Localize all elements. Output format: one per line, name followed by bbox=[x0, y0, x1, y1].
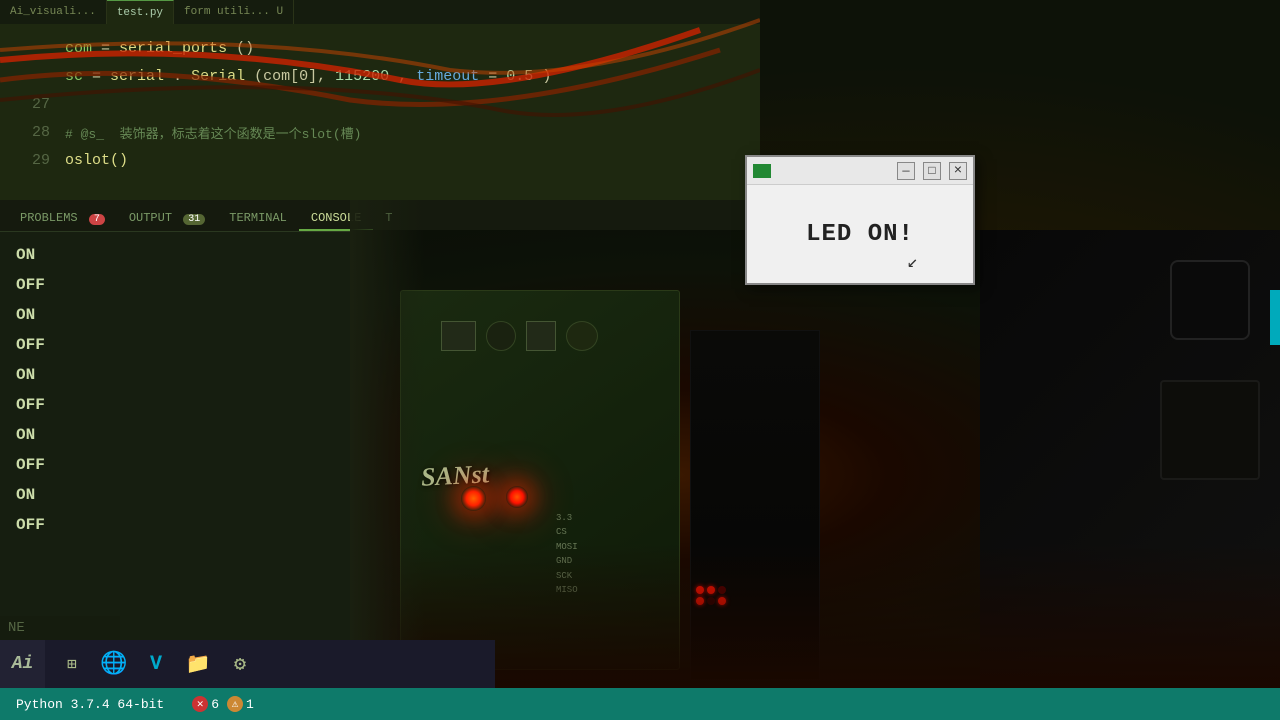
led-status-text: LED ON! bbox=[806, 221, 914, 248]
dialog-close-button[interactable]: × bbox=[949, 162, 967, 180]
component-3 bbox=[526, 321, 556, 351]
warning-icon: ⚠ bbox=[227, 696, 243, 712]
tab-form-utili[interactable]: form utili... U bbox=[174, 0, 294, 24]
component-2 bbox=[486, 321, 516, 351]
mouse-cursor: ↙ bbox=[907, 251, 918, 273]
right-components bbox=[980, 230, 1280, 720]
tab-console[interactable]: CONSOLE bbox=[299, 207, 373, 231]
code-editor: Ai_visuali... test.py form utili... U co… bbox=[0, 0, 760, 210]
led-strip-dot bbox=[696, 597, 704, 605]
dialog-content: LED ON! bbox=[747, 185, 973, 283]
dialog-minimize-button[interactable]: — bbox=[897, 162, 915, 180]
taskbar-icon-files[interactable]: 📁 bbox=[179, 645, 217, 683]
taskbar-icon-terminal[interactable]: ⚙ bbox=[221, 645, 259, 683]
dialog-titlebar: — □ × bbox=[747, 157, 973, 185]
taskbar-icon-vs[interactable]: V bbox=[137, 645, 175, 683]
led-strip-dot bbox=[718, 597, 726, 605]
dialog-maximize-button[interactable]: □ bbox=[923, 162, 941, 180]
circuit-board: SANst 3.3 CS MOSI GND SCK MISO bbox=[400, 290, 680, 670]
error-count: ✕ 6 bbox=[192, 696, 219, 712]
led-dialog: — □ × LED ON! ↙ bbox=[745, 155, 975, 285]
led-1 bbox=[461, 486, 486, 511]
connector-strip bbox=[690, 330, 820, 680]
led-strip-dot bbox=[707, 597, 715, 605]
led-2 bbox=[506, 486, 528, 508]
ai-logo: Ai bbox=[0, 640, 45, 688]
tab-problems[interactable]: PROBLEMS 7 bbox=[8, 207, 117, 231]
python-version: Python 3.7.4 64-bit bbox=[0, 697, 180, 712]
dialog-btn-group: — □ × bbox=[897, 162, 967, 180]
tab-terminal[interactable]: TERMINAL bbox=[217, 207, 299, 231]
dialog-app-icon bbox=[753, 164, 771, 178]
tab-ai-visuali[interactable]: Ai_visuali... bbox=[0, 0, 107, 24]
component-right-1 bbox=[1170, 260, 1250, 340]
taskbar: ⊞ 🌐 V 📁 ⚙ bbox=[45, 640, 495, 688]
led-strip-dot bbox=[696, 586, 704, 594]
led-strip-dot bbox=[718, 586, 726, 594]
status-bar: Python 3.7.4 64-bit ✕ 6 ⚠ 1 bbox=[0, 688, 1280, 720]
taskbar-icon-browser[interactable]: 🌐 bbox=[95, 645, 133, 683]
code-line-27: 27 bbox=[0, 90, 760, 118]
taskbar-icon-grid[interactable]: ⊞ bbox=[53, 645, 91, 683]
warning-count: ⚠ 1 bbox=[227, 696, 254, 712]
component-right-2 bbox=[1160, 380, 1260, 480]
component-1 bbox=[441, 321, 476, 351]
ne-label: NE bbox=[0, 616, 120, 640]
file-tabs: Ai_visuali... test.py form utili... U bbox=[0, 0, 760, 24]
tab-test-py[interactable]: test.py bbox=[107, 0, 174, 24]
led-strip-dot bbox=[707, 586, 715, 594]
code-line-2: sc = serial . Serial (com[0], 115200 , t… bbox=[0, 62, 760, 90]
status-errors: ✕ 6 ⚠ 1 bbox=[180, 696, 266, 712]
teal-accent-bar bbox=[1270, 290, 1280, 345]
panel-tabs: PROBLEMS 7 OUTPUT 31 TERMINAL CONSOLE T bbox=[0, 200, 750, 232]
component-4 bbox=[566, 321, 598, 351]
code-line-1: com = serial_ports () bbox=[0, 34, 760, 62]
tab-t[interactable]: T bbox=[373, 207, 404, 231]
board-pins: 3.3 CS MOSI GND SCK MISO bbox=[556, 511, 578, 597]
tab-output[interactable]: OUTPUT 31 bbox=[117, 207, 217, 231]
code-line-29: 29 oslot() bbox=[0, 146, 760, 174]
led-strip bbox=[691, 581, 819, 610]
error-icon: ✕ bbox=[192, 696, 208, 712]
code-line-28: 28 # @s_ 装饰器，标志着这个函数是一个slot(槽) bbox=[0, 118, 760, 146]
